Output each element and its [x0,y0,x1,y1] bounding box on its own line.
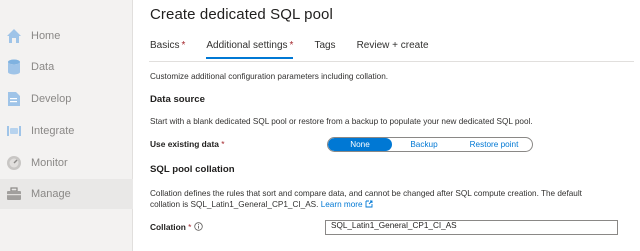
collation-default-text: collation is SQL_Latin1_General_CP1_CI_A… [150,200,319,209]
sidebar-item-home[interactable]: Home [0,21,133,51]
required-mark: * [181,40,186,51]
tab-label: Tags [314,40,336,51]
data-source-description: Start with a blank dedicated SQL pool or… [150,117,533,126]
info-icon[interactable] [194,222,203,232]
collation-description-line2: collation is SQL_Latin1_General_CP1_CI_A… [150,200,373,209]
segment-backup[interactable]: Backup [392,138,456,151]
main-panel: Create dedicated SQL pool Basics * Additi… [149,0,634,251]
use-existing-data-toggle: None Backup Restore point [327,137,533,152]
monitor-icon [5,154,23,172]
toolbox-icon [5,185,23,203]
sidebar-item-label: Integrate [31,125,75,137]
collation-label: Collation * [150,222,203,232]
segment-restore-point[interactable]: Restore point [456,138,532,151]
label-text: Use existing data [150,139,219,149]
sidebar: Home Data Develop Integrate Monitor Mana… [0,0,133,251]
required-mark: * [221,139,225,149]
develop-icon [5,90,23,108]
tab-label: Review + create [356,40,429,51]
tab-additional-settings[interactable]: Additional settings * [206,40,294,62]
sidebar-item-label: Develop [31,93,72,105]
collation-field[interactable]: SQL_Latin1_General_CP1_CI_AS [325,220,618,235]
integrate-icon [5,122,23,140]
sidebar-item-manage[interactable]: Manage [0,179,133,209]
intro-text: Customize additional configuration param… [150,72,389,81]
tab-tags[interactable]: Tags [314,40,335,62]
page-title: Create dedicated SQL pool [150,6,333,23]
sidebar-item-integrate[interactable]: Integrate [0,116,133,146]
tab-label: Additional settings [206,40,288,51]
home-icon [5,27,23,45]
required-mark: * [289,40,294,51]
sidebar-item-monitor[interactable]: Monitor [0,148,133,178]
required-mark: * [188,222,192,232]
tab-bar: Basics * Additional settings * Tags Review… [150,40,450,62]
use-existing-data-label: Use existing data * [150,139,224,149]
external-link-icon[interactable] [365,200,373,209]
collation-heading: SQL pool collation [150,164,235,175]
collation-description: Collation defines the rules that sort an… [150,189,582,198]
tab-review-create[interactable]: Review + create [357,40,429,62]
sidebar-item-label: Monitor [31,157,68,169]
sidebar-item-label: Home [31,30,61,42]
sidebar-item-label: Data [31,61,55,73]
data-source-heading: Data source [150,94,205,105]
label-text: Collation [150,222,186,232]
sidebar-item-develop[interactable]: Develop [0,84,133,114]
database-icon [5,58,23,76]
tab-basics[interactable]: Basics * [150,40,185,62]
tabs-divider [149,61,634,62]
learn-more-link[interactable]: Learn more [321,200,363,209]
tab-label: Basics [150,40,180,51]
sidebar-item-data[interactable]: Data [0,52,133,82]
segment-none[interactable]: None [328,138,392,151]
sidebar-item-label: Manage [31,188,71,200]
